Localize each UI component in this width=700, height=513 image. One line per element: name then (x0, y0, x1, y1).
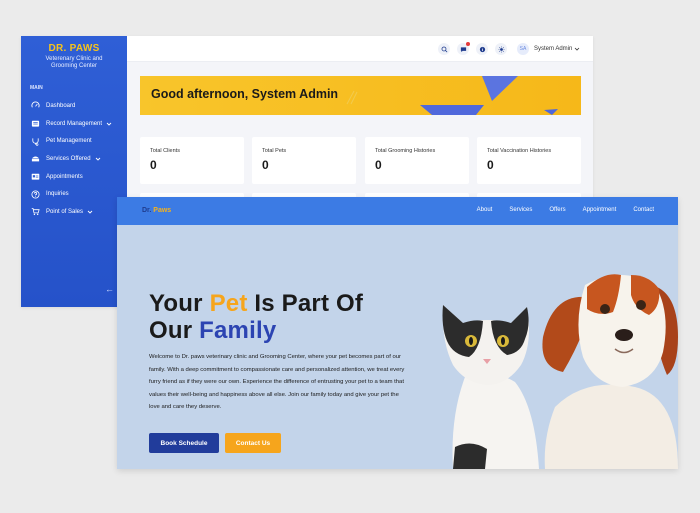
nav-link-about[interactable]: About (477, 207, 493, 213)
hero-title-part: Our (149, 317, 200, 344)
admin-topbar: SA System Admin (127, 36, 593, 62)
paw-icon (32, 138, 39, 146)
notification-dot (466, 42, 470, 46)
logo-paws: Paws (153, 207, 172, 214)
hero-title: Your Pet Is Part Of Our Family (149, 290, 363, 344)
theme-toggle-icon[interactable] (495, 43, 507, 55)
stat-card-total-clients: Total Clients 0 (140, 137, 244, 184)
sidebar-item-dashboard[interactable]: Dashboard (21, 97, 127, 115)
sidebar-item-label: Dashboard (46, 102, 76, 109)
sidebar-item-services-offered[interactable]: Services Offered (21, 150, 127, 168)
chevron-down-icon (95, 157, 100, 161)
chevron-down-icon (87, 210, 93, 214)
stat-label: Total Pets (262, 148, 287, 154)
hero-title-highlight-family: Family (199, 317, 277, 344)
user-name: System Admin (534, 46, 573, 52)
brand-subtitle-line1: Veterenary Clinic and (45, 56, 103, 62)
sidebar-collapse-icon[interactable]: ← (105, 284, 114, 294)
sidebar-item-point-of-sales[interactable]: Point of Sales (21, 203, 127, 221)
stat-value: 0 (375, 158, 382, 172)
stat-card-total-vaccination-histories: Total Vaccination Histories 0 (477, 137, 581, 184)
greeting-banner: Good afternoon, System Admin (140, 76, 581, 115)
sidebar-item-pet-management[interactable]: Pet Management (21, 132, 127, 150)
sidebar-nav: Dashboard Record Management Pet Manageme… (21, 97, 127, 221)
hero-title-part: Your (149, 290, 210, 317)
sidebar-item-label: Record Management (46, 120, 103, 127)
chevron-down-icon (106, 122, 112, 126)
greeting-text: Good afternoon, System Admin (151, 87, 339, 101)
hero-title-part: Is Part Of (247, 290, 364, 317)
sidebar-item-inquiries[interactable]: Inquiries (21, 185, 127, 203)
site-nav-links: About Services Offers Appointment Contac… (477, 207, 654, 213)
avatar: SA (517, 43, 529, 55)
brand-title: DR. PAWS (48, 43, 100, 54)
chevron-down-icon (575, 47, 580, 51)
sidebar-item-label: Pet Management (46, 138, 92, 145)
calendar-icon (31, 173, 40, 180)
services-icon (31, 156, 40, 162)
user-menu[interactable]: SA System Admin (517, 43, 580, 55)
sidebar-item-label: Point of Sales (46, 208, 84, 215)
sidebar-brand: DR. PAWS Veterenary Clinic and Grooming … (21, 36, 127, 70)
sidebar-item-label: Inquiries (46, 191, 69, 198)
sidebar: DR. PAWS Veterenary Clinic and Grooming … (21, 36, 127, 307)
stat-card-total-grooming-histories: Total Grooming Histories 0 (365, 137, 469, 184)
book-schedule-button[interactable]: Book Schedule (149, 433, 219, 453)
stat-value: 0 (150, 158, 157, 172)
stat-label: Total Grooming Histories (375, 148, 436, 154)
nav-link-offers[interactable]: Offers (549, 207, 565, 213)
site-logo[interactable]: Dr. Paws (142, 207, 171, 214)
site-navbar: Dr. Paws About Services Offers Appointme… (117, 197, 678, 225)
cart-icon (31, 208, 40, 216)
folder-icon (31, 120, 40, 127)
sidebar-item-label: Appointments (46, 173, 83, 180)
hero-description: Welcome to Dr. paws veterinary clinic an… (149, 354, 405, 411)
sidebar-item-label: Services Offered (46, 155, 91, 162)
sidebar-section-label: MAIN (30, 85, 43, 91)
dashboard-icon (31, 101, 40, 108)
contact-us-button[interactable]: Contact Us (225, 433, 281, 453)
stat-value: 0 (487, 158, 494, 172)
nav-link-appointment[interactable]: Appointment (583, 207, 617, 213)
stat-label: Total Vaccination Histories (487, 148, 552, 154)
nav-link-services[interactable]: Services (509, 207, 532, 213)
messages-icon[interactable] (457, 42, 470, 55)
hero-pets-image (442, 274, 678, 469)
website-window: Dr. Paws About Services Offers Appointme… (117, 197, 678, 469)
brand-subtitle-line2: Grooming Center (50, 63, 98, 69)
question-icon (31, 190, 40, 199)
sidebar-item-appointments[interactable]: Appointments (21, 168, 127, 186)
hero-title-highlight-pet: Pet (209, 290, 248, 317)
info-icon[interactable] (476, 43, 488, 55)
stat-label: Total Clients (150, 148, 180, 154)
search-icon[interactable] (438, 43, 450, 55)
stat-value: 0 (262, 158, 269, 172)
logo-dr: Dr. (142, 207, 152, 214)
sidebar-item-record-management[interactable]: Record Management (21, 115, 127, 133)
nav-link-contact[interactable]: Contact (633, 207, 654, 213)
stat-card-total-pets: Total Pets 0 (252, 137, 356, 184)
